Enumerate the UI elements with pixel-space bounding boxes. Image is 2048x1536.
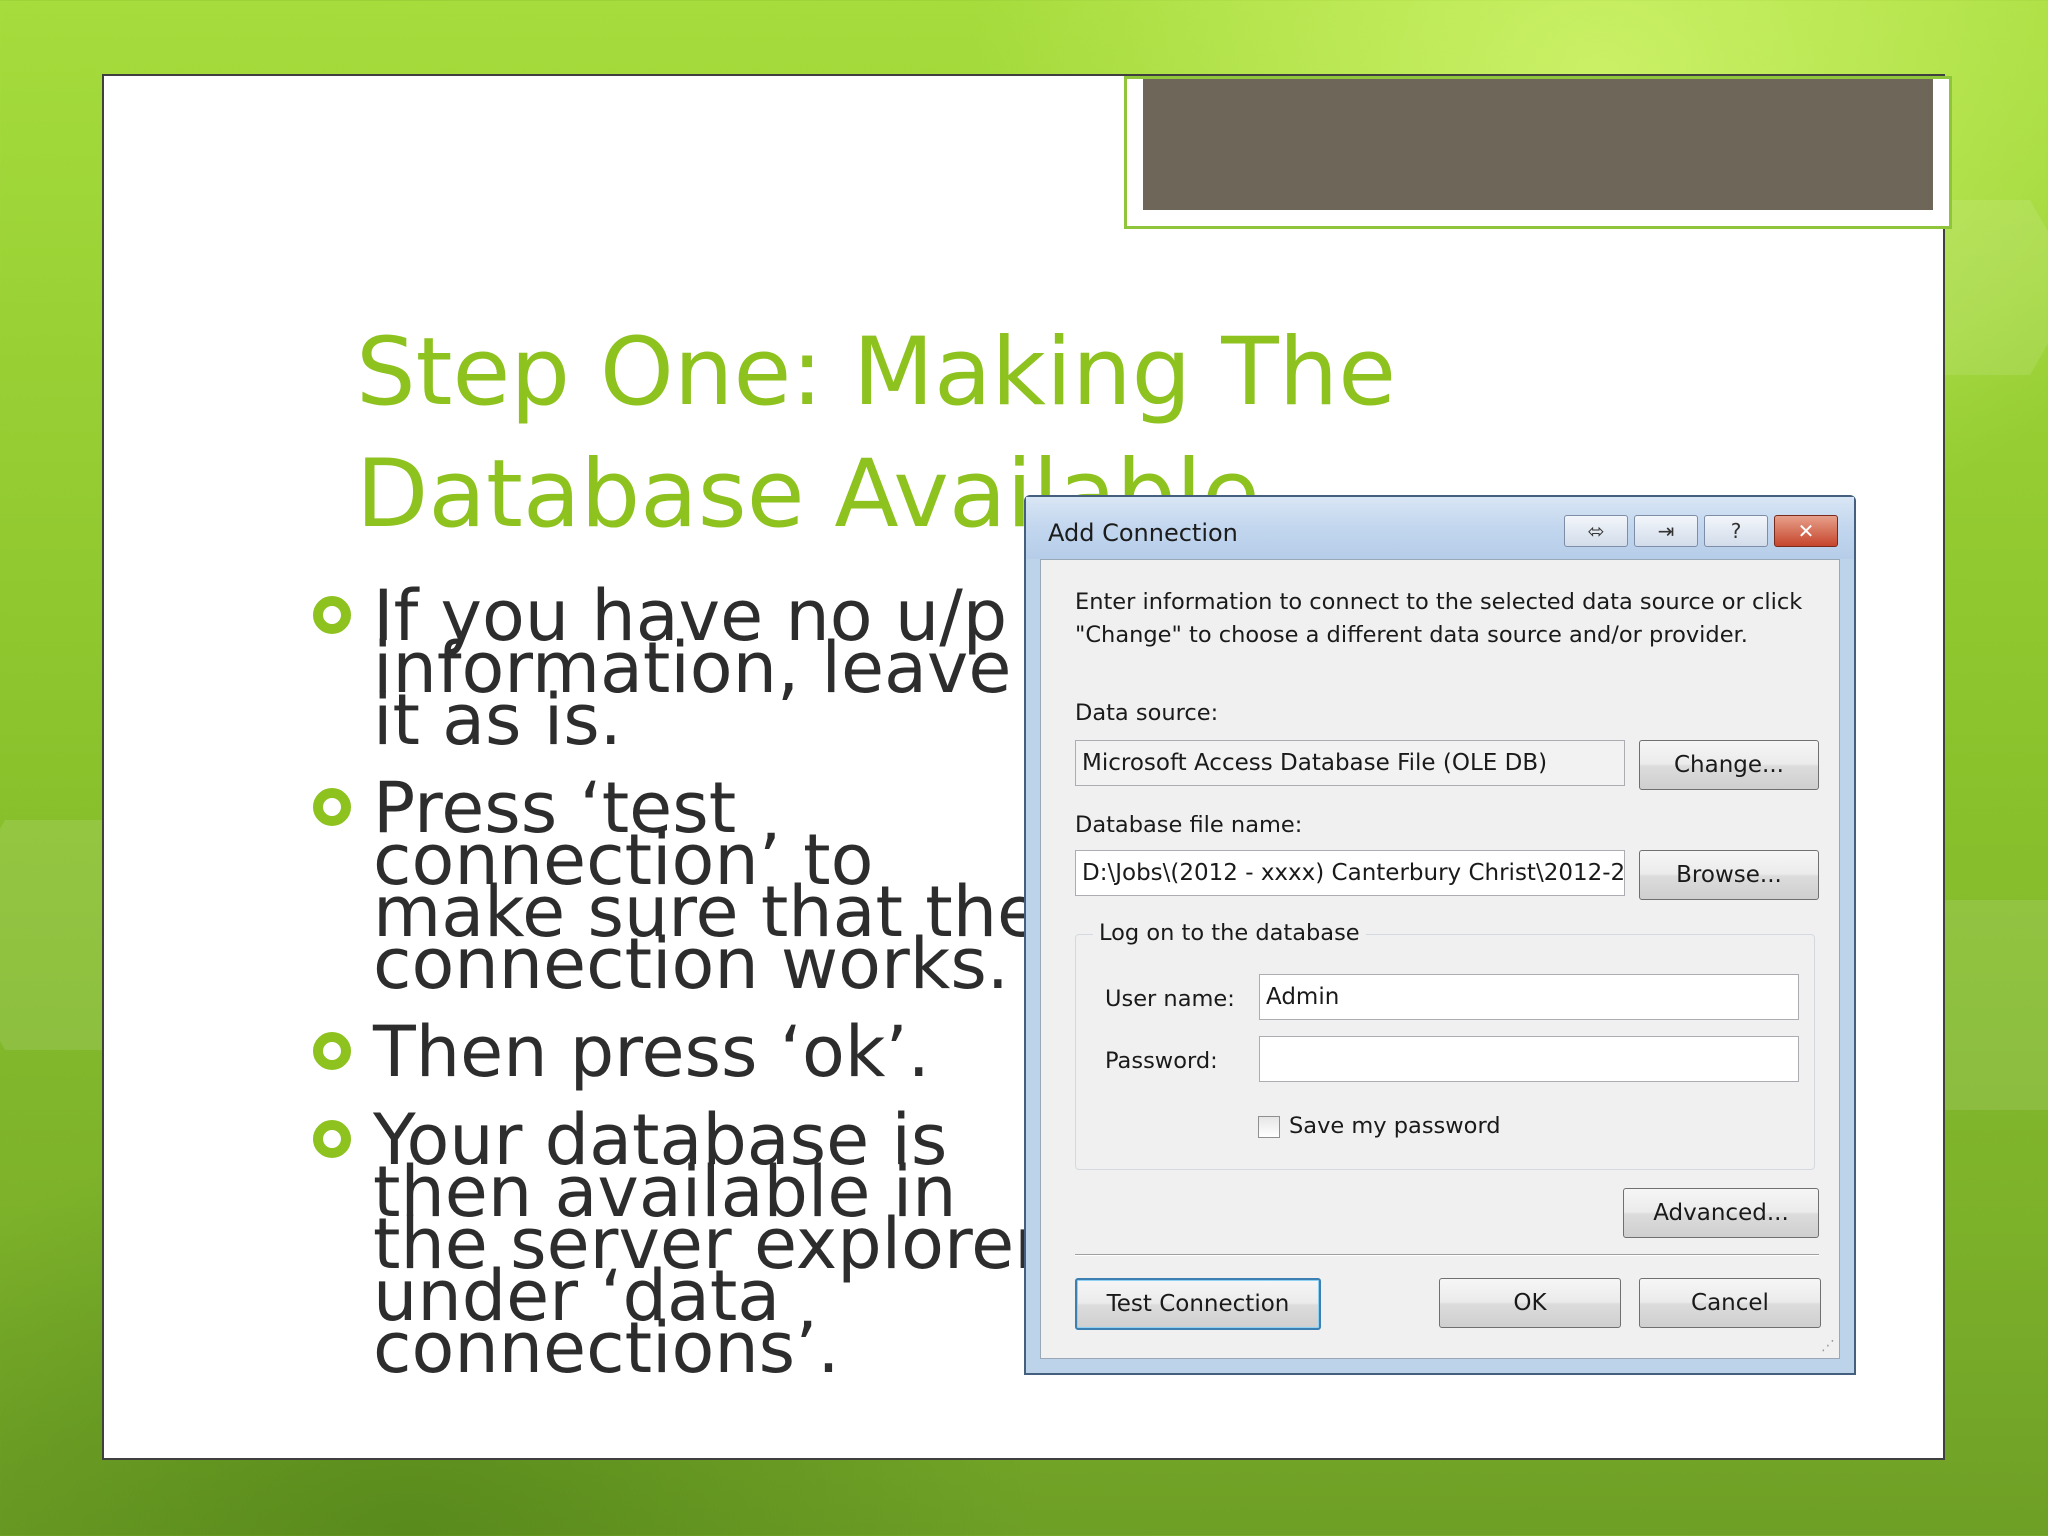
bullet-ring-icon: [313, 1032, 351, 1070]
bullet-list: If you have no u/p information, leave it…: [309, 576, 1069, 1396]
header-photo: [1143, 79, 1933, 210]
dialog-instructions: Enter information to connect to the sele…: [1075, 589, 1803, 648]
add-connection-dialog: Add Connection ⬄ ⇥ ? ✕ Enter information…: [1024, 495, 1856, 1375]
user-name-label: User name:: [1105, 986, 1235, 1012]
bullet-item: Press ‘test connection’ to make sure tha…: [309, 767, 1069, 1005]
bullet-ring-icon: [313, 788, 351, 826]
dialog-title: Add Connection: [1048, 519, 1238, 547]
resize-grip-icon[interactable]: ⋰: [1821, 1338, 1835, 1354]
bullet-ring-icon: [313, 596, 351, 634]
ok-button[interactable]: OK: [1439, 1278, 1621, 1328]
save-password-checkbox[interactable]: [1258, 1116, 1280, 1138]
title-line-1: Step One: Making The: [356, 318, 1397, 427]
help-icon[interactable]: ?: [1704, 515, 1768, 547]
data-source-field: Microsoft Access Database File (OLE DB): [1075, 740, 1625, 786]
close-icon[interactable]: ✕: [1774, 515, 1838, 547]
file-name-input[interactable]: D:\Jobs\(2012 - xxxx) Canterbury Christ\…: [1075, 850, 1625, 896]
logon-group-label: Log on to the database: [1093, 920, 1366, 946]
test-connection-button[interactable]: Test Connection: [1075, 1278, 1321, 1330]
change-button[interactable]: Change...: [1639, 740, 1819, 790]
bullet-text: Then press ‘ok’.: [373, 1011, 930, 1093]
bullet-text: If you have no u/p information, leave it…: [373, 575, 1012, 761]
bullet-text: Press ‘test connection’ to make sure tha…: [373, 767, 1041, 1005]
password-label: Password:: [1105, 1048, 1218, 1074]
header-photo-frame: [1124, 76, 1952, 229]
file-name-label: Database file name:: [1075, 812, 1303, 838]
dialog-titlebar[interactable]: Add Connection ⬄ ⇥ ? ✕: [1026, 497, 1854, 559]
dialog-body: Enter information to connect to the sele…: [1040, 559, 1840, 1359]
cancel-button[interactable]: Cancel: [1639, 1278, 1821, 1328]
bullet-ring-icon: [313, 1120, 351, 1158]
bullet-text: Your database is then available in the s…: [373, 1099, 1044, 1389]
user-name-input[interactable]: Admin: [1259, 974, 1799, 1020]
bullet-item: Then press ‘ok’.: [309, 1011, 1069, 1093]
bullet-item: If you have no u/p information, leave it…: [309, 575, 1069, 761]
data-source-label: Data source:: [1075, 700, 1219, 726]
password-input[interactable]: [1259, 1036, 1799, 1082]
button-separator: [1075, 1254, 1819, 1256]
bullet-item: Your database is then available in the s…: [309, 1099, 1069, 1389]
browse-button[interactable]: Browse...: [1639, 850, 1819, 900]
restore-icon[interactable]: ⇥: [1634, 515, 1698, 547]
save-password-label[interactable]: Save my password: [1289, 1113, 1501, 1139]
move-icon[interactable]: ⬄: [1564, 515, 1628, 547]
advanced-button[interactable]: Advanced...: [1623, 1188, 1819, 1238]
